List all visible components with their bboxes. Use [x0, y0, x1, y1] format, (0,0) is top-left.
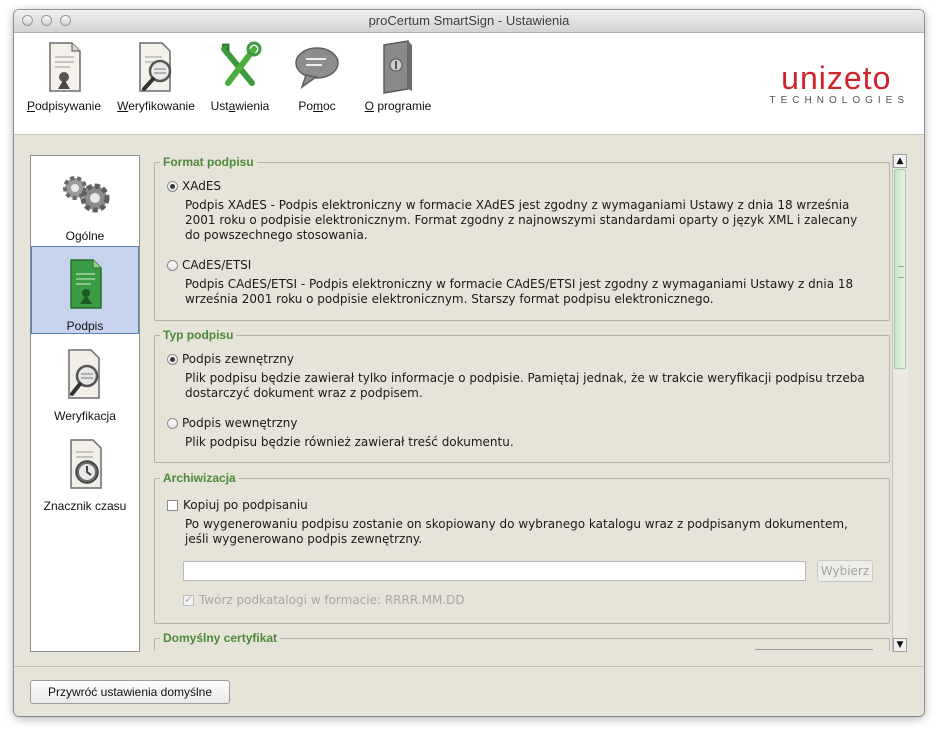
- create-subdirs-label: Twórz podkatalogi w formacie: RRRR.MM.DD: [199, 593, 465, 607]
- logo-main-text: unizeto: [781, 60, 892, 96]
- sidebar-item-general[interactable]: Ogólne: [31, 156, 139, 244]
- internal-signature-option[interactable]: Podpis wewnętrzny: [167, 416, 297, 430]
- default-certificate-legend: Domyślny certyfikat: [160, 631, 281, 645]
- create-subdirs-option[interactable]: Twórz podkatalogi w formacie: RRRR.MM.DD: [183, 593, 465, 607]
- default-certificate-group: Domyślny certyfikat: [154, 631, 890, 651]
- create-subdirs-checkbox[interactable]: [183, 593, 194, 606]
- sidebar-item-timestamp-label: Znacznik czasu: [43, 499, 127, 513]
- sidebar-item-general-label: Ogólne: [65, 229, 105, 243]
- toolbar: Podpisywanie Weryfikowanie Ustawienia Po…: [14, 33, 924, 135]
- signature-type-legend: Typ podpisu: [160, 328, 237, 342]
- content-scrollbar[interactable]: ▲ ▼: [892, 154, 908, 652]
- toolbar-about-label: O programie: [364, 99, 432, 113]
- unizeto-logo: unizeto TECHNOLOGIES: [764, 60, 909, 106]
- xades-radio[interactable]: [167, 181, 178, 192]
- archiving-description: Po wygenerowaniu podpisu zostanie on sko…: [185, 517, 848, 546]
- verify-document-icon: [68, 349, 100, 399]
- verify-document-icon: [139, 42, 172, 92]
- certificate-select-edge[interactable]: [755, 649, 873, 650]
- help-bubble-icon: [295, 47, 339, 89]
- choose-folder-button[interactable]: Wybierz: [817, 560, 873, 582]
- signature-type-group: Typ podpisu Podpis zewnętrzny Plik podpi…: [154, 328, 890, 463]
- scrollbar-grip: [898, 266, 904, 278]
- toolbar-help-button[interactable]: Pomoc: [289, 39, 345, 113]
- external-signature-label: Podpis zewnętrzny: [182, 352, 294, 366]
- cades-radio[interactable]: [167, 260, 178, 271]
- xades-description: Podpis XAdES - Podpis elektroniczny w fo…: [185, 198, 858, 242]
- cades-description: Podpis CAdES/ETSI - Podpis elektroniczny…: [185, 277, 854, 306]
- bottom-bar: Przywróć ustawienia domyślne: [14, 666, 924, 716]
- internal-signature-label: Podpis wewnętrzny: [182, 416, 298, 430]
- scrollbar-thumb[interactable]: [894, 169, 906, 369]
- external-signature-description: Plik podpisu będzie zawierał tylko infor…: [185, 371, 865, 400]
- sidebar-item-timestamp[interactable]: Znacznik czasu: [31, 426, 139, 514]
- sidebar-item-signature[interactable]: Podpis: [31, 246, 139, 334]
- signature-format-group: Format podpisu XAdES Podpis XAdES - Podp…: [154, 155, 890, 321]
- title-bar: proCertum SmartSign - Ustawienia: [14, 10, 924, 33]
- settings-window: proCertum SmartSign - Ustawienia Podpisy…: [14, 10, 924, 716]
- toolbar-verify-label: Weryfikowanie: [117, 99, 195, 113]
- toolbar-about-button[interactable]: O programie: [360, 39, 436, 113]
- window-title: proCertum SmartSign - Ustawienia: [368, 13, 570, 28]
- toolbar-help-label: Pomoc: [298, 99, 336, 113]
- cades-radio-option[interactable]: CAdES/ETSI: [167, 258, 251, 272]
- sidebar-item-verification[interactable]: Weryfikacja: [31, 336, 139, 424]
- about-icon: [383, 40, 412, 94]
- settings-content-panel: Format podpisu XAdES Podpis XAdES - Podp…: [154, 154, 892, 651]
- tools-icon: [221, 41, 262, 86]
- internal-signature-radio[interactable]: [167, 418, 178, 429]
- internal-signature-description: Plik podpisu będzie również zawierał tre…: [185, 435, 514, 449]
- copy-after-signing-option[interactable]: Kopiuj po podpisaniu: [167, 498, 308, 512]
- toolbar-verify-button[interactable]: Weryfikowanie: [113, 39, 199, 113]
- sign-document-icon: [49, 42, 81, 92]
- timestamp-clock-icon: [70, 439, 102, 489]
- sidebar-item-signature-label: Podpis: [66, 319, 104, 333]
- xades-radio-option[interactable]: XAdES: [167, 179, 221, 193]
- settings-category-list: Ogólne Podpis Weryfikacja Znacznik czasu: [30, 155, 140, 652]
- copy-after-signing-checkbox[interactable]: [167, 500, 178, 511]
- external-signature-radio[interactable]: [167, 354, 178, 365]
- archive-path-input[interactable]: [183, 561, 806, 581]
- gears-icon: [63, 176, 110, 213]
- sidebar-item-verification-label: Weryfikacja: [54, 409, 116, 423]
- toolbar-signing-label: Podpisywanie: [26, 99, 102, 113]
- toolbar-signing-button[interactable]: Podpisywanie: [24, 39, 104, 113]
- toolbar-settings-button[interactable]: Ustawienia: [207, 39, 273, 113]
- xades-label: XAdES: [182, 179, 222, 193]
- archiving-group: Archiwizacja Kopiuj po podpisaniu Po wyg…: [154, 471, 890, 624]
- toolbar-settings-label: Ustawienia: [210, 99, 270, 113]
- scroll-up-arrow-icon[interactable]: ▲: [893, 154, 907, 168]
- copy-after-signing-label: Kopiuj po podpisaniu: [183, 498, 308, 512]
- signature-format-legend: Format podpisu: [160, 155, 257, 169]
- signed-document-icon: [70, 259, 102, 309]
- external-signature-option[interactable]: Podpis zewnętrzny: [167, 352, 294, 366]
- logo-sub-text: TECHNOLOGIES: [769, 95, 909, 106]
- scroll-down-arrow-icon[interactable]: ▼: [893, 638, 907, 652]
- restore-defaults-button[interactable]: Przywróć ustawienia domyślne: [30, 680, 230, 704]
- cades-label: CAdES/ETSI: [182, 258, 252, 272]
- archiving-legend: Archiwizacja: [160, 471, 239, 485]
